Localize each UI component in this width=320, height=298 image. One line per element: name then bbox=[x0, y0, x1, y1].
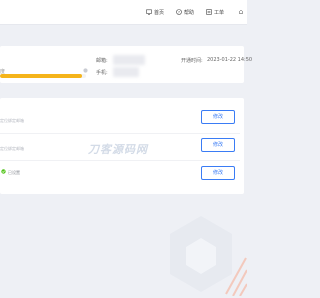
edit-button-3[interactable]: 修改 bbox=[201, 166, 235, 180]
edit-button-2[interactable]: 修改 bbox=[201, 138, 235, 152]
svg-text:?: ? bbox=[178, 10, 180, 14]
row-divider-1 bbox=[0, 133, 240, 134]
nav-help-label: 帮助 bbox=[184, 9, 195, 16]
security-row-1-desc: 定位绑定邮箱 bbox=[0, 118, 24, 123]
diagonal-lines-decoration bbox=[224, 238, 248, 298]
open-time-value: 2023-01-22 14:50 bbox=[207, 57, 253, 63]
security-row-2-desc: 定位绑定邮箱 bbox=[0, 146, 24, 151]
nav-help[interactable]: ? 帮助 bbox=[176, 8, 194, 16]
email-value-redacted bbox=[113, 55, 145, 65]
nav-home-label: 首页 bbox=[154, 9, 165, 16]
nav-notification[interactable] bbox=[238, 8, 244, 16]
home-icon bbox=[146, 9, 152, 15]
top-bar: 首页 ? 帮助 工单 bbox=[0, 0, 247, 25]
email-label: 邮箱: bbox=[96, 58, 108, 64]
row-divider-2 bbox=[0, 160, 240, 161]
check-icon bbox=[1, 169, 6, 176]
bell-icon bbox=[238, 9, 244, 15]
phone-label: 手机: bbox=[96, 70, 108, 76]
nav-home[interactable]: 首页 bbox=[146, 8, 164, 16]
security-progress-bar bbox=[0, 74, 86, 78]
ticket-icon bbox=[206, 9, 212, 15]
open-time-label: 开通时间: bbox=[181, 58, 203, 64]
help-icon: ? bbox=[176, 9, 182, 15]
nav-ticket[interactable]: 工单 bbox=[206, 8, 224, 16]
security-progress-fill bbox=[0, 74, 82, 78]
nav-ticket-label: 工单 bbox=[214, 9, 225, 16]
edit-button-1[interactable]: 修改 bbox=[201, 110, 235, 124]
watermark-text: 刀客源码网 bbox=[88, 143, 148, 156]
phone-value-redacted bbox=[113, 67, 139, 77]
security-row-3-desc: 已设置 bbox=[8, 170, 20, 175]
